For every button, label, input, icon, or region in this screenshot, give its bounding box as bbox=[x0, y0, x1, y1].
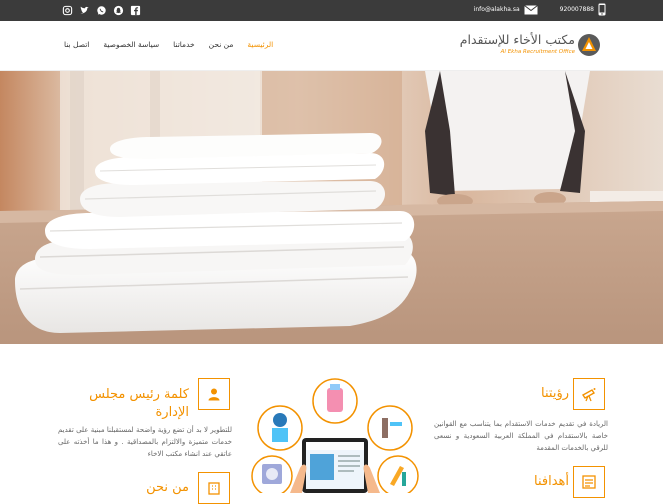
nav-item-home[interactable]: الرئيسية bbox=[247, 40, 273, 49]
vision-title: رؤيتنا bbox=[541, 386, 569, 401]
instagram-icon[interactable] bbox=[62, 5, 73, 16]
vision-badge bbox=[573, 378, 605, 410]
nav-item-services[interactable]: خدماتنا bbox=[173, 40, 195, 49]
snapchat-icon[interactable] bbox=[113, 5, 124, 16]
site-logo[interactable]: مكتب الأخاء للإستقدام Al Ekha Recruitmen… bbox=[459, 31, 601, 63]
nav-item-privacy[interactable]: سياسة الخصوصية bbox=[103, 40, 159, 49]
goals-icon bbox=[582, 475, 596, 489]
chairman-title: كلمة رئيس مجلس الإدارة bbox=[89, 387, 189, 420]
top-bar: info@alakha.sa 920007888 bbox=[0, 0, 663, 21]
nav-item-contact[interactable]: اتصل بنا bbox=[64, 40, 89, 49]
services-illustration bbox=[251, 378, 419, 493]
user-icon bbox=[208, 388, 220, 401]
goals-badge bbox=[573, 466, 605, 498]
envelope-icon bbox=[523, 4, 538, 14]
hero-photo-towels bbox=[0, 71, 663, 344]
mobile-phone-icon bbox=[598, 3, 606, 16]
twitter-icon[interactable] bbox=[79, 5, 90, 16]
goals-title: أهدافنا bbox=[533, 474, 569, 489]
email-text[interactable]: info@alakha.sa bbox=[474, 6, 520, 13]
nav-item-about[interactable]: من نحن bbox=[209, 40, 234, 49]
logo-name-english: Al Ekha Recruitment Office bbox=[500, 49, 575, 55]
phone-text[interactable]: 920007888 bbox=[560, 6, 594, 13]
logo-name-arabic: مكتب الأخاء للإستقدام bbox=[459, 32, 575, 47]
about-badge bbox=[198, 472, 230, 504]
vision-text: الريادة في تقديم خدمات الاستقدام بما يتن… bbox=[434, 420, 608, 452]
contact-info: info@alakha.sa 920007888 bbox=[474, 3, 606, 16]
social-links bbox=[62, 5, 141, 16]
main-navbar: اتصل بنا سياسة الخصوصية خدماتنا من نحن ا… bbox=[0, 21, 663, 71]
facebook-icon[interactable] bbox=[130, 5, 141, 16]
hero-image bbox=[0, 71, 663, 344]
logo-mark-icon bbox=[578, 34, 600, 56]
telescope-icon bbox=[581, 388, 596, 402]
whatsapp-icon[interactable] bbox=[96, 5, 107, 16]
chairman-text: للتطوير لا بد أن تضع رؤية واضحة لمستقبلن… bbox=[58, 426, 232, 458]
main-menu: اتصل بنا سياسة الخصوصية خدماتنا من نحن ا… bbox=[64, 40, 273, 49]
chairman-badge bbox=[198, 378, 230, 410]
